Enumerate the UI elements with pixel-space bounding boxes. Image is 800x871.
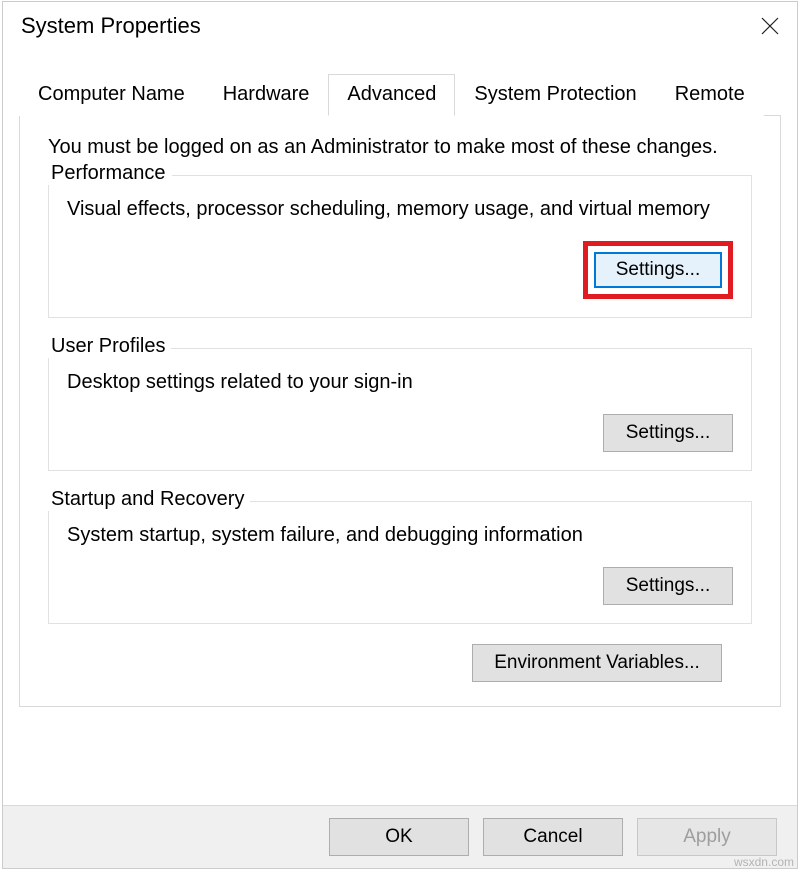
ok-button[interactable]: OK xyxy=(329,818,469,856)
performance-settings-button[interactable]: Settings... xyxy=(594,252,722,288)
user-profiles-desc: Desktop settings related to your sign-in xyxy=(67,369,733,396)
performance-group: Performance Visual effects, processor sc… xyxy=(48,175,752,318)
close-icon[interactable] xyxy=(757,13,783,39)
startup-recovery-settings-button[interactable]: Settings... xyxy=(603,567,733,605)
tab-strip: Computer Name Hardware Advanced System P… xyxy=(19,74,781,116)
startup-recovery-desc: System startup, system failure, and debu… xyxy=(67,522,733,549)
startup-recovery-legend: Startup and Recovery xyxy=(45,488,250,511)
performance-desc: Visual effects, processor scheduling, me… xyxy=(67,196,733,223)
tab-system-protection[interactable]: System Protection xyxy=(455,74,655,116)
tab-advanced[interactable]: Advanced xyxy=(328,74,455,116)
user-profiles-group: User Profiles Desktop settings related t… xyxy=(48,348,752,471)
performance-legend: Performance xyxy=(45,162,172,185)
environment-variables-button[interactable]: Environment Variables... xyxy=(472,644,722,682)
titlebar: System Properties xyxy=(3,2,797,50)
tab-container: Computer Name Hardware Advanced System P… xyxy=(3,50,797,707)
cancel-button[interactable]: Cancel xyxy=(483,818,623,856)
highlight-annotation: Settings... xyxy=(583,241,733,299)
apply-button: Apply xyxy=(637,818,777,856)
window-title: System Properties xyxy=(21,13,201,39)
watermark: wsxdn.com xyxy=(734,855,794,869)
system-properties-window: System Properties Computer Name Hardware… xyxy=(2,1,798,869)
user-profiles-legend: User Profiles xyxy=(45,335,171,358)
tab-computer-name[interactable]: Computer Name xyxy=(19,74,204,116)
tab-remote[interactable]: Remote xyxy=(656,74,764,116)
user-profiles-settings-button[interactable]: Settings... xyxy=(603,414,733,452)
admin-note: You must be logged on as an Administrato… xyxy=(48,136,752,159)
dialog-footer: OK Cancel Apply xyxy=(3,805,797,868)
advanced-tab-content: You must be logged on as an Administrato… xyxy=(19,116,781,707)
startup-recovery-group: Startup and Recovery System startup, sys… xyxy=(48,501,752,624)
tab-hardware[interactable]: Hardware xyxy=(204,74,329,116)
